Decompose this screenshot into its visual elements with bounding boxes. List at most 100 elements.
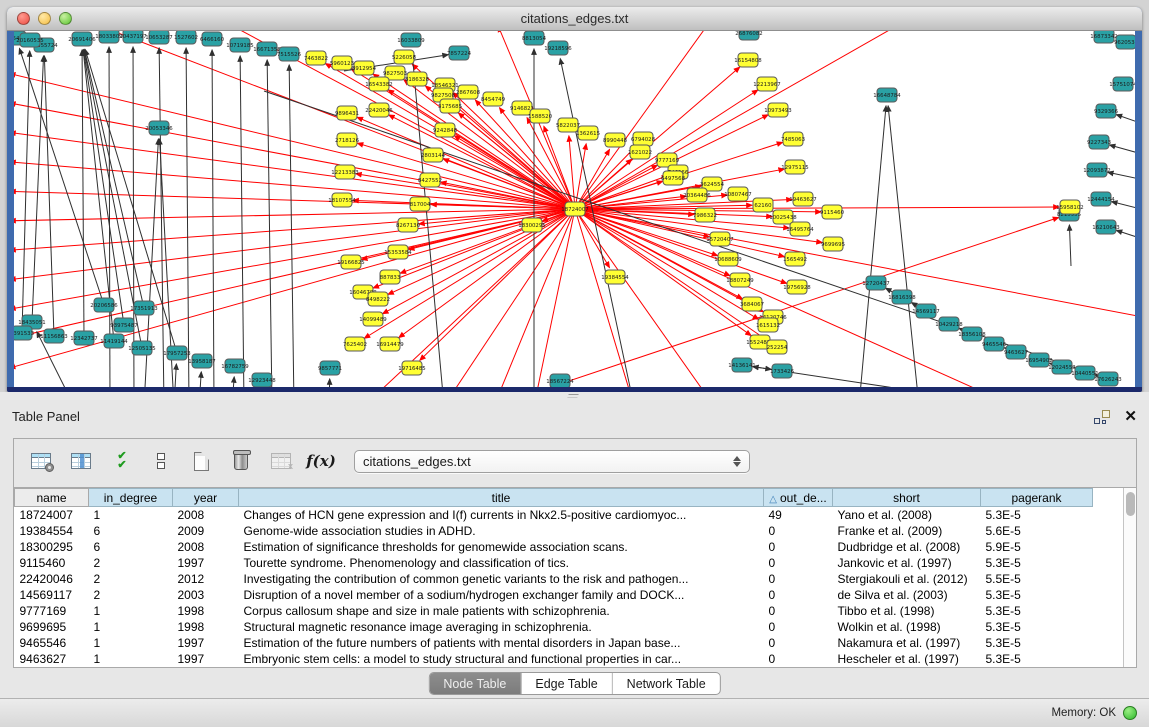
cell-name[interactable]: 9115460 <box>15 555 89 571</box>
graph-node[interactable]: 18807249 <box>726 273 754 287</box>
graph-node[interactable]: 19756928 <box>783 280 811 294</box>
graph-node[interactable]: 12975115 <box>781 160 808 174</box>
graph-edge[interactable] <box>289 65 294 387</box>
graph-node[interactable]: 9242848 <box>433 123 458 137</box>
graph-node[interactable]: 17957253 <box>163 346 190 360</box>
table-row[interactable]: 1456911722003Disruption of a novel membe… <box>15 587 1093 603</box>
column-header-short[interactable]: short <box>833 489 981 507</box>
graph-node[interactable]: 7625402 <box>343 337 367 351</box>
cell-short[interactable]: Franke et al. (2009) <box>833 523 981 539</box>
cell-year[interactable]: 1998 <box>173 603 239 619</box>
cell-title[interactable]: Investigating the contribution of common… <box>239 571 764 587</box>
graph-edge[interactable] <box>372 209 575 387</box>
cell-pagerank[interactable]: 5.3E-5 <box>981 603 1093 619</box>
column-header-out_degree[interactable]: △out_de... <box>764 489 833 507</box>
graph-node[interactable]: 20160535 <box>16 33 43 47</box>
cell-out_degree[interactable]: 0 <box>764 523 833 539</box>
graph-node[interactable]: 9699695 <box>821 237 845 251</box>
graph-node[interactable]: 252254 <box>767 340 788 354</box>
graph-edge[interactable] <box>575 209 1004 387</box>
cell-title[interactable]: Tourette syndrome. Phenomenology and cla… <box>239 555 764 571</box>
graph-edge[interactable] <box>1112 202 1135 211</box>
tab-edge-table[interactable]: Edge Table <box>520 673 611 694</box>
graph-edge[interactable] <box>358 143 575 209</box>
graph-node[interactable]: 8990448 <box>603 133 628 147</box>
graph-node[interactable]: 817004 <box>410 197 431 211</box>
cell-title[interactable]: Embryonic stem cells: a model to study s… <box>239 651 764 667</box>
cell-title[interactable]: Disruption of a novel member of a sodium… <box>239 587 764 603</box>
graph-node[interactable]: 5226058 <box>392 50 417 64</box>
network-canvas[interactable]: 2435572420691406180338092043719710653287… <box>14 31 1135 387</box>
graph-edge[interactable] <box>498 209 575 387</box>
tab-network-table[interactable]: Network Table <box>612 673 720 694</box>
graph-edge[interactable] <box>494 217 1059 387</box>
graph-node[interactable]: 26876082 <box>735 31 762 40</box>
table-row[interactable]: 969969511998Structural magnetic resonanc… <box>15 619 1093 635</box>
cell-short[interactable]: Stergiakouli et al. (2012) <box>833 571 981 587</box>
graph-node[interactable]: 8912954 <box>352 61 377 75</box>
graph-node[interactable]: 887833 <box>380 270 401 284</box>
cell-short[interactable]: Jankovic et al. (1997) <box>833 555 981 571</box>
graph-node[interactable]: 15720407 <box>706 232 733 246</box>
graph-node[interactable]: 22420046 <box>365 103 393 117</box>
graph-node[interactable]: 1733426 <box>770 364 795 378</box>
graph-node[interactable]: 3684067 <box>740 297 764 311</box>
graph-node[interactable]: 19384554 <box>601 270 629 284</box>
show-columns-icon[interactable] <box>68 448 94 474</box>
cell-short[interactable]: Yano et al. (2008) <box>833 507 981 523</box>
graph-node[interactable]: 16154808 <box>734 53 762 67</box>
graph-node[interactable]: 17351913 <box>130 301 157 315</box>
graph-node[interactable]: 10719185 <box>226 38 253 52</box>
graph-edge[interactable] <box>1069 225 1071 266</box>
panel-splitter[interactable] <box>0 392 1149 400</box>
graph-node[interactable]: 12720437 <box>862 276 889 290</box>
table-row[interactable]: 946554611997Estimation of the future num… <box>15 635 1093 651</box>
graph-node[interactable]: 12093872 <box>1083 163 1110 177</box>
cell-name[interactable]: 19384554 <box>15 523 89 539</box>
graph-node[interactable]: 9329366 <box>1094 104 1119 118</box>
graph-node[interactable]: 1362615 <box>576 126 600 140</box>
graph-edge[interactable] <box>575 209 751 336</box>
cell-in_degree[interactable]: 2 <box>89 587 173 603</box>
graph-node[interactable]: 5960123 <box>330 56 354 70</box>
minimize-button[interactable] <box>38 12 51 25</box>
memory-ok-icon[interactable] <box>1123 706 1137 720</box>
graph-node[interactable]: 16816398 <box>888 290 916 304</box>
cell-out_degree[interactable]: 0 <box>764 539 833 555</box>
graph-node[interactable]: 13958187 <box>188 354 215 368</box>
cell-out_degree[interactable]: 0 <box>764 603 833 619</box>
cell-out_degree[interactable]: 49 <box>764 507 833 523</box>
graph-edge[interactable] <box>1108 172 1135 181</box>
cell-short[interactable]: Dudbridge et al. (2008) <box>833 539 981 555</box>
graph-node[interactable]: 12342737 <box>70 331 97 345</box>
graph-node[interactable]: 8427552 <box>418 173 442 187</box>
graph-node[interactable]: 1527602 <box>174 31 198 44</box>
graph-edge[interactable] <box>84 50 124 325</box>
graph-node[interactable]: 18300295 <box>518 218 545 232</box>
graph-node[interactable]: 12213383 <box>331 165 358 179</box>
cell-name[interactable]: 9699695 <box>15 619 89 635</box>
graph-edge[interactable] <box>133 47 134 387</box>
cell-out_degree[interactable]: 0 <box>764 619 833 635</box>
graph-node[interactable]: 7857224 <box>447 46 472 60</box>
graph-edge[interactable] <box>32 56 44 322</box>
column-header-year[interactable]: year <box>173 489 239 507</box>
graph-node[interactable]: 8186328 <box>405 72 430 86</box>
graph-edge[interactable] <box>329 379 330 387</box>
graph-node[interactable]: 8454749 <box>481 92 506 106</box>
graph-node[interactable]: 9857771 <box>318 361 342 375</box>
graph-edge[interactable] <box>14 209 575 309</box>
graph-edge[interactable] <box>267 60 272 387</box>
graph-node[interactable]: 1621022 <box>628 145 652 159</box>
graph-node[interactable]: 9620534 <box>1114 35 1135 49</box>
graph-node[interactable]: 20206586 <box>90 298 118 312</box>
graph-node[interactable]: 20364486 <box>683 188 711 202</box>
graph-node[interactable]: 19166825 <box>337 255 364 269</box>
graph-node[interactable]: 1565492 <box>783 252 807 266</box>
graph-node[interactable]: 19716485 <box>398 361 425 375</box>
graph-edge[interactable] <box>14 162 575 209</box>
table-row[interactable]: 977716911998Corpus callosum shape and si… <box>15 603 1093 619</box>
graph-node[interactable]: 18567224 <box>546 374 574 387</box>
cell-title[interactable]: Structural magnetic resonance image aver… <box>239 619 764 635</box>
unselect-all-icon[interactable] <box>148 448 174 474</box>
